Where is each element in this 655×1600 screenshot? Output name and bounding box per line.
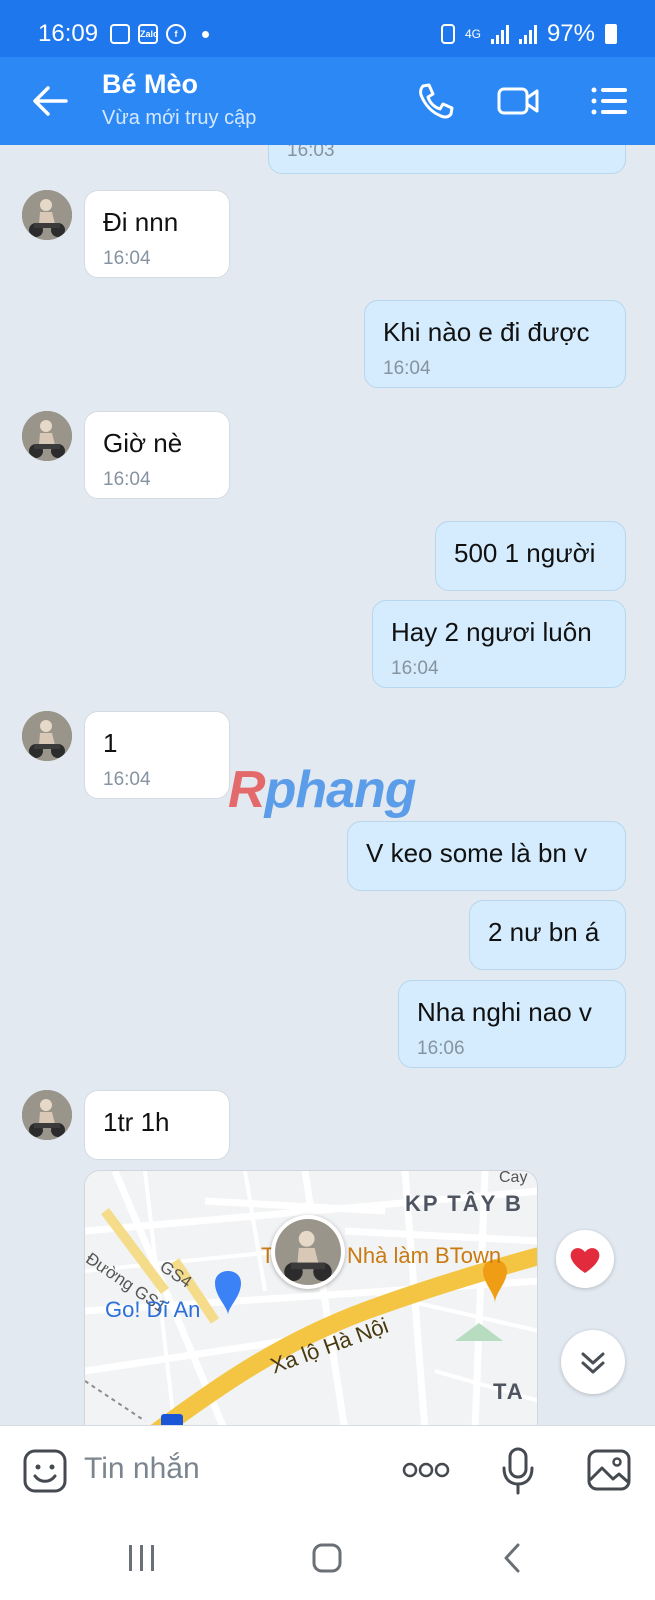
system-back-icon[interactable] <box>500 1541 524 1575</box>
double-chevron-down-icon <box>581 1352 605 1374</box>
message-time: 16:04 <box>103 469 151 490</box>
message-bubble-outgoing[interactable]: 2 nư bn á <box>469 900 626 970</box>
phone-call-icon[interactable] <box>414 81 458 121</box>
message-input[interactable]: Tin nhắn <box>84 1452 200 1486</box>
status-time: 16:09 <box>38 20 99 47</box>
message-text: Hay 2 ngươi luôn <box>391 617 592 647</box>
message-text: Đi nnn <box>103 207 179 237</box>
message-bubble-incoming[interactable]: 1 16:04 <box>84 711 230 799</box>
contact-name[interactable]: Bé Mèo <box>102 69 198 100</box>
message-text: Nha nghi nao v <box>417 997 592 1027</box>
microphone-icon[interactable] <box>500 1446 536 1496</box>
battery-percent: 97% <box>546 20 595 47</box>
map-label-cay: Cay <box>499 1170 528 1186</box>
signal-icon-2 <box>518 24 537 44</box>
location-pin-avatar[interactable] <box>271 1215 345 1289</box>
avatar[interactable] <box>22 411 72 461</box>
message-text: 1 <box>103 728 118 758</box>
map-label-ta: TA <box>493 1379 525 1404</box>
signal-icon <box>490 24 509 44</box>
heart-icon <box>570 1248 600 1273</box>
sticker-icon[interactable] <box>22 1448 68 1494</box>
system-nav-bar <box>0 1517 655 1600</box>
map-label-kp: KP TÂY B <box>405 1191 523 1216</box>
message-text: Khi nào e đi được <box>383 317 590 347</box>
home-icon[interactable] <box>310 1541 344 1575</box>
image-gallery-icon[interactable] <box>586 1448 632 1492</box>
message-input-bar: Tin nhắn <box>0 1425 655 1517</box>
avatar[interactable] <box>22 711 72 761</box>
message-text: 500 1 người <box>454 538 596 568</box>
video-call-icon[interactable] <box>496 81 540 121</box>
more-notifications-dot <box>202 30 209 38</box>
map-label-store: Go! Dĩ An <box>105 1297 201 1322</box>
message-time: 16:06 <box>417 1038 465 1059</box>
message-bubble-incoming[interactable]: 1tr 1h <box>84 1090 230 1160</box>
message-bubble-outgoing[interactable]: Khi nào e đi được 16:04 <box>364 300 626 388</box>
facebook-icon: f <box>166 24 186 44</box>
recent-apps-icon[interactable] <box>126 1543 158 1573</box>
message-text: 2 nư bn á <box>488 917 600 947</box>
message-time: 16:04 <box>391 658 439 679</box>
react-heart-button[interactable] <box>556 1230 614 1288</box>
contact-status: Vừa mới truy cập <box>102 107 257 129</box>
message-time: 16:04 <box>103 248 151 269</box>
battery-icon <box>605 24 617 44</box>
message-bubble-outgoing[interactable]: Hay 2 ngươi luôn 16:04 <box>372 600 626 688</box>
gallery-icon <box>110 24 130 44</box>
message-bubble-incoming[interactable]: Đi nnn 16:04 <box>84 190 230 278</box>
avatar[interactable] <box>22 190 72 240</box>
message-bubble-incoming[interactable]: Giờ nè 16:04 <box>84 411 230 499</box>
message-time: 16:04 <box>383 358 431 379</box>
message-text: V keo some là bn v <box>366 838 588 868</box>
message-time: 16:03 <box>287 145 335 161</box>
network-type: 4G <box>464 27 481 41</box>
notification-icons: Zalo f <box>110 24 209 44</box>
system-indicators: 4G 97% <box>440 20 617 48</box>
zalo-icon: Zalo <box>138 24 159 44</box>
message-bubble-outgoing[interactable]: 500 1 người <box>435 521 626 591</box>
more-options-icon[interactable] <box>402 1460 450 1480</box>
chat-header: Bé Mèo Vừa mới truy cập <box>0 57 655 145</box>
menu-list-icon[interactable] <box>588 81 632 121</box>
watermark-logo: Rphang <box>228 761 417 819</box>
scroll-down-button[interactable] <box>561 1330 625 1394</box>
battery-saver-icon <box>440 24 455 44</box>
back-arrow-icon[interactable] <box>30 83 70 119</box>
message-bubble-outgoing[interactable]: Nha nghi nao v 16:06 <box>398 980 626 1068</box>
map-label-place: Nhà làm BTown <box>347 1243 502 1268</box>
avatar[interactable] <box>22 1090 72 1140</box>
message-text: 1tr 1h <box>103 1107 170 1137</box>
location-map[interactable]: Cay KP TÂY B T Nhà làm BTown Đường GS1 G… <box>84 1170 538 1425</box>
message-text: Giờ nè <box>103 428 183 458</box>
message-time: 16:04 <box>103 769 151 790</box>
message-bubble-outgoing[interactable]: V keo some là bn v <box>347 821 626 891</box>
message-bubble-outgoing[interactable]: 16:03 <box>268 145 626 174</box>
